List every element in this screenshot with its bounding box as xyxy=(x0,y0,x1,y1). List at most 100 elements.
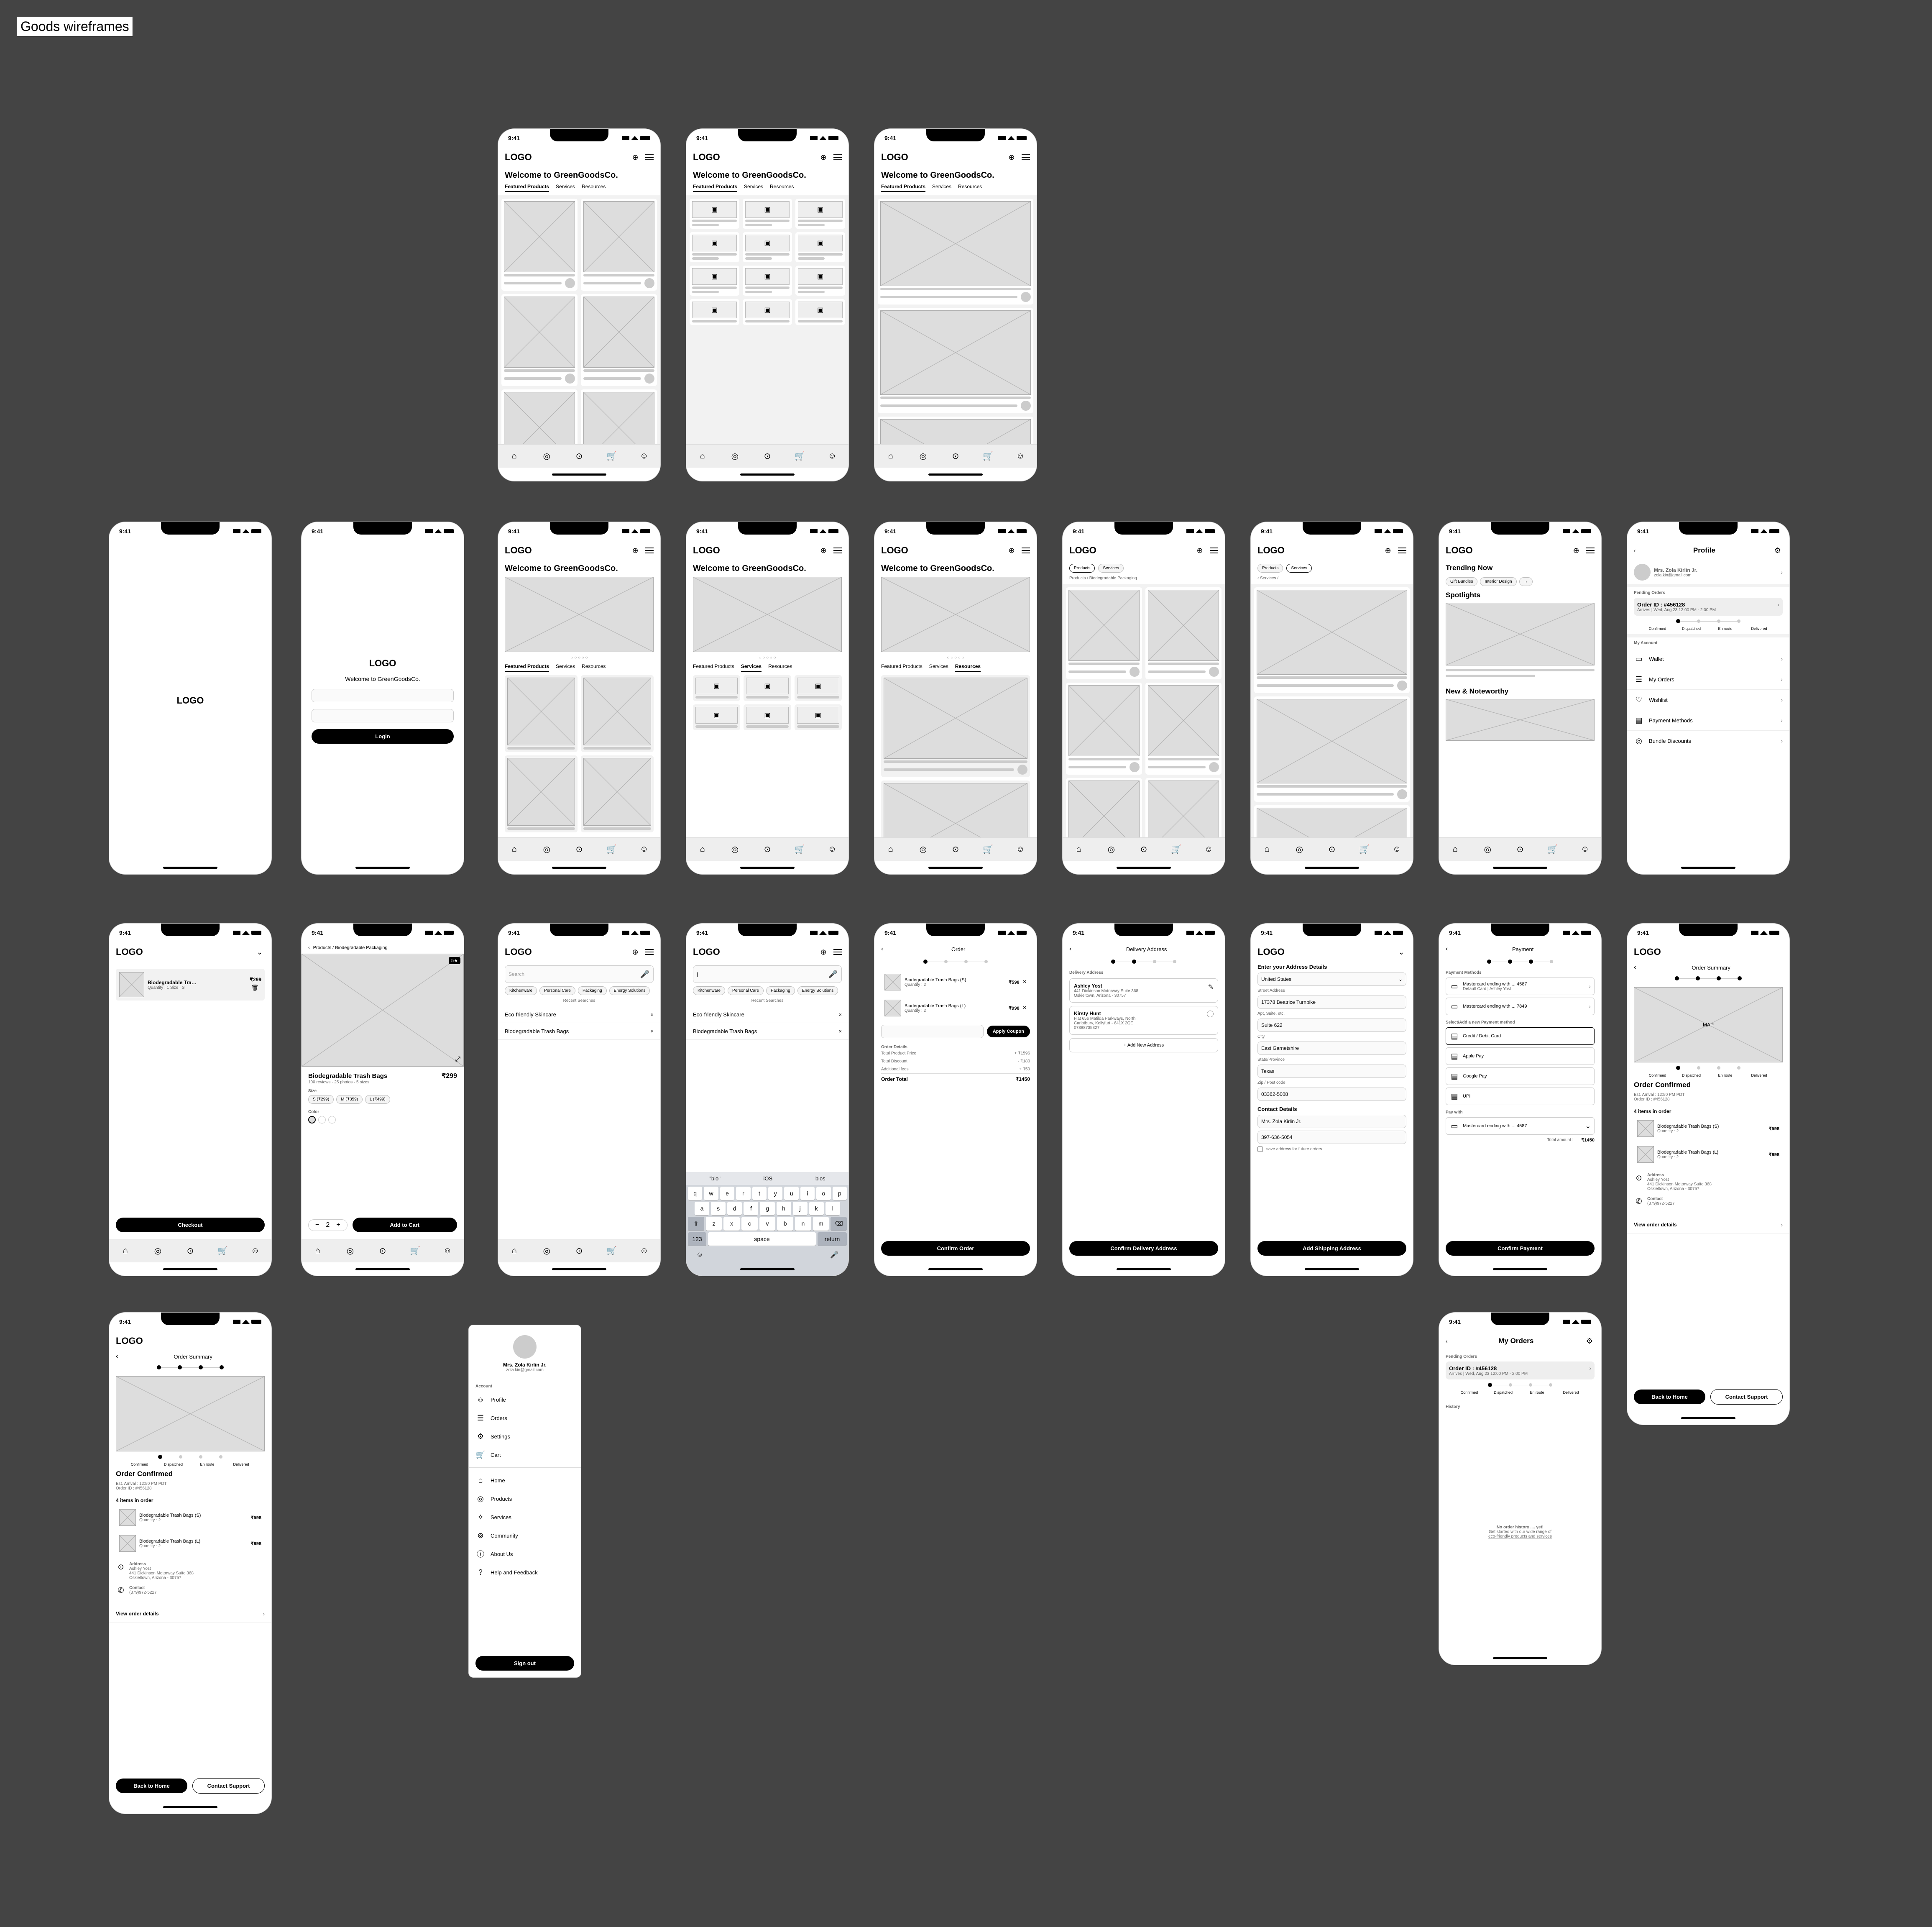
cart-icon[interactable]: 🛒 xyxy=(607,451,617,461)
save-checkbox[interactable] xyxy=(1257,1146,1263,1152)
qty-plus[interactable]: + xyxy=(333,1221,343,1229)
chevron-down-icon[interactable]: ⌄ xyxy=(1396,947,1406,957)
apply-coupon-button[interactable]: Apply Coupon xyxy=(987,1026,1030,1037)
trash-icon[interactable]: 🗑 xyxy=(250,983,260,993)
home-indicator xyxy=(498,468,660,481)
phone-input[interactable]: 397-636-5054 xyxy=(1257,1131,1406,1144)
product-card[interactable] xyxy=(581,294,657,386)
checkout-order: 9:41 ‹Order Biodegradable Trash Bags (S)… xyxy=(874,923,1037,1276)
nav-orders[interactable]: ☰My Orders› xyxy=(1627,669,1789,690)
product-card[interactable] xyxy=(501,294,578,386)
home-hero-grid2: 9:41 LOGO⊕ Welcome to GreenGoodsCo. ○ ○ … xyxy=(498,522,661,875)
cart-item[interactable]: Biodegradable Tra…Quantity : 1 Size : S … xyxy=(116,969,265,1001)
apt-input[interactable]: Suite 622 xyxy=(1257,1019,1406,1032)
gear-icon[interactable]: ⚙ xyxy=(1773,545,1783,555)
add-to-cart-button[interactable]: Add to Cart xyxy=(353,1218,457,1232)
status-bar: 9:41 xyxy=(498,129,660,147)
nav-orders[interactable]: ☰Orders xyxy=(469,1409,581,1427)
confirm-address-button[interactable]: Confirm Delivery Address xyxy=(1069,1241,1218,1256)
nav-products[interactable]: ◎Products xyxy=(469,1489,581,1508)
confirm-order-button[interactable]: Confirm Order xyxy=(881,1241,1030,1256)
keyboard[interactable]: qwertyuiop asdfghjkl ⇧zxcvbnm⌫ 123spacer… xyxy=(686,1185,848,1247)
nav-wallet[interactable]: ▭Wallet› xyxy=(1627,649,1789,669)
product-card[interactable] xyxy=(581,199,657,291)
category-grid2: 9:41 LOGO⊕ ProductsServices Products / B… xyxy=(1062,522,1225,875)
emoji-icon[interactable]: ☺ xyxy=(696,1251,703,1259)
state-input[interactable]: Texas xyxy=(1257,1065,1406,1078)
explore-icon[interactable]: ◎ xyxy=(542,451,552,461)
nav-cart[interactable]: 🛒Cart xyxy=(469,1446,581,1464)
menu-icon[interactable] xyxy=(833,154,842,160)
close-icon[interactable]: × xyxy=(650,1011,654,1018)
tab-featured[interactable]: Featured Products xyxy=(505,184,549,192)
nav-about[interactable]: ⓘAbout Us xyxy=(469,1545,581,1563)
contact-support-button[interactable]: Contact Support xyxy=(1710,1389,1783,1405)
back-icon[interactable]: ‹ xyxy=(308,945,310,950)
product-card[interactable]: ▣ xyxy=(690,199,739,229)
tab-services[interactable]: Services xyxy=(556,184,575,192)
inspire: 9:41 LOGO⊕ Trending Now Gift BundlesInte… xyxy=(1439,522,1602,875)
pending-order-card[interactable]: Order ID : #456128› Arrives | Wed, Aug 2… xyxy=(1634,598,1783,616)
username-input[interactable] xyxy=(312,689,454,702)
password-input[interactable] xyxy=(312,709,454,722)
product-card[interactable] xyxy=(501,199,578,291)
close-icon[interactable]: × xyxy=(1023,978,1027,986)
tab-resources[interactable]: Resources xyxy=(582,184,606,192)
pill-products[interactable]: Products xyxy=(1069,564,1095,573)
notification-icon[interactable]: ⊕ xyxy=(818,152,828,162)
street-input[interactable]: 17378 Beatrice Turnpike xyxy=(1257,995,1406,1009)
nav-home[interactable]: ⌂Home xyxy=(469,1471,581,1489)
add-new-address[interactable]: + Add New Address xyxy=(1069,1038,1218,1052)
gear-icon[interactable]: ⚙ xyxy=(1584,1336,1595,1346)
qty-minus[interactable]: − xyxy=(312,1221,322,1229)
coupon-input[interactable] xyxy=(881,1025,984,1038)
mic-icon[interactable]: 🎤 xyxy=(830,1251,838,1259)
back-home-button[interactable]: Back to Home xyxy=(1634,1390,1705,1404)
nav-profile[interactable]: ☺Profile xyxy=(469,1390,581,1409)
search-icon[interactable]: ⊙ xyxy=(574,451,584,461)
tabs: Featured Products Services Resources xyxy=(498,184,660,195)
services-list: 9:41 LOGO⊕ ProductsServices ‹ Services /… xyxy=(1250,522,1413,875)
add-shipping-button[interactable]: Add Shipping Address xyxy=(1257,1241,1406,1256)
expand-icon[interactable]: ⤢ xyxy=(455,1056,460,1063)
product-card[interactable] xyxy=(501,389,578,444)
search-input[interactable]: Search🎤 xyxy=(505,965,654,983)
zip-input[interactable]: 03362-5008 xyxy=(1257,1088,1406,1101)
phone-icon: ✆ xyxy=(1634,1196,1644,1206)
home-hero-grid3: 9:41 LOGO⊕ Welcome to GreenGoodsCo. ○ ○ … xyxy=(686,522,849,875)
product-card[interactable] xyxy=(581,389,657,444)
confirm-payment-button[interactable]: Confirm Payment xyxy=(1446,1241,1595,1256)
nav-community[interactable]: ⊚Community xyxy=(469,1526,581,1545)
mic-icon[interactable]: 🎤 xyxy=(640,969,650,979)
signout-button[interactable]: Sign out xyxy=(475,1656,574,1671)
drawer: Mrs. Zola Kirlin Jr. zola.kin@gmail.com … xyxy=(468,1325,581,1678)
nav-help[interactable]: ?Help and Feedback xyxy=(469,1563,581,1582)
login-button[interactable]: Login xyxy=(312,729,454,744)
back-icon[interactable]: ‹ xyxy=(1634,547,1636,554)
radio-unselected[interactable] xyxy=(1207,1011,1214,1017)
notification-icon[interactable]: ⊕ xyxy=(630,152,640,162)
view-order-details[interactable]: View order details› xyxy=(1627,1216,1789,1233)
address-card[interactable]: Ashley Yost441 Dickinson Motorway Suite … xyxy=(1069,978,1218,1003)
pill-services[interactable]: Services xyxy=(1098,564,1123,573)
splash: 9:41 LOGO xyxy=(109,522,272,875)
nav-payment[interactable]: ▤Payment Methods› xyxy=(1627,710,1789,731)
city-input[interactable]: East Garnetshire xyxy=(1257,1042,1406,1055)
close-icon[interactable]: × xyxy=(650,1028,654,1034)
home-icon[interactable]: ⌂ xyxy=(509,451,519,461)
my-orders: 9:41 ‹My Orders⚙ Pending Orders Order ID… xyxy=(1439,1312,1602,1665)
nav-settings[interactable]: ⚙Settings xyxy=(469,1427,581,1446)
delivery-address: 9:41 ‹Delivery Address Delivery Address … xyxy=(1062,923,1225,1276)
account-icon[interactable]: ☺ xyxy=(639,451,649,461)
nav-services[interactable]: ✧Services xyxy=(469,1508,581,1526)
edit-icon[interactable]: ✎ xyxy=(1208,983,1214,998)
nav-wishlist[interactable]: ♡Wishlist› xyxy=(1627,690,1789,710)
nav-bundle[interactable]: ◎Bundle Discounts› xyxy=(1627,731,1789,751)
country-select[interactable]: United States⌄ xyxy=(1257,972,1406,986)
back-icon[interactable]: ‹ xyxy=(881,945,883,953)
location-icon: ⊙ xyxy=(1634,1173,1644,1183)
checkout-button[interactable]: Checkout xyxy=(116,1218,265,1232)
chevron-down-icon[interactable]: ⌄ xyxy=(255,947,265,957)
menu-icon[interactable] xyxy=(645,154,654,160)
name-input[interactable]: Mrs. Zola Kirlin Jr. xyxy=(1257,1115,1406,1128)
